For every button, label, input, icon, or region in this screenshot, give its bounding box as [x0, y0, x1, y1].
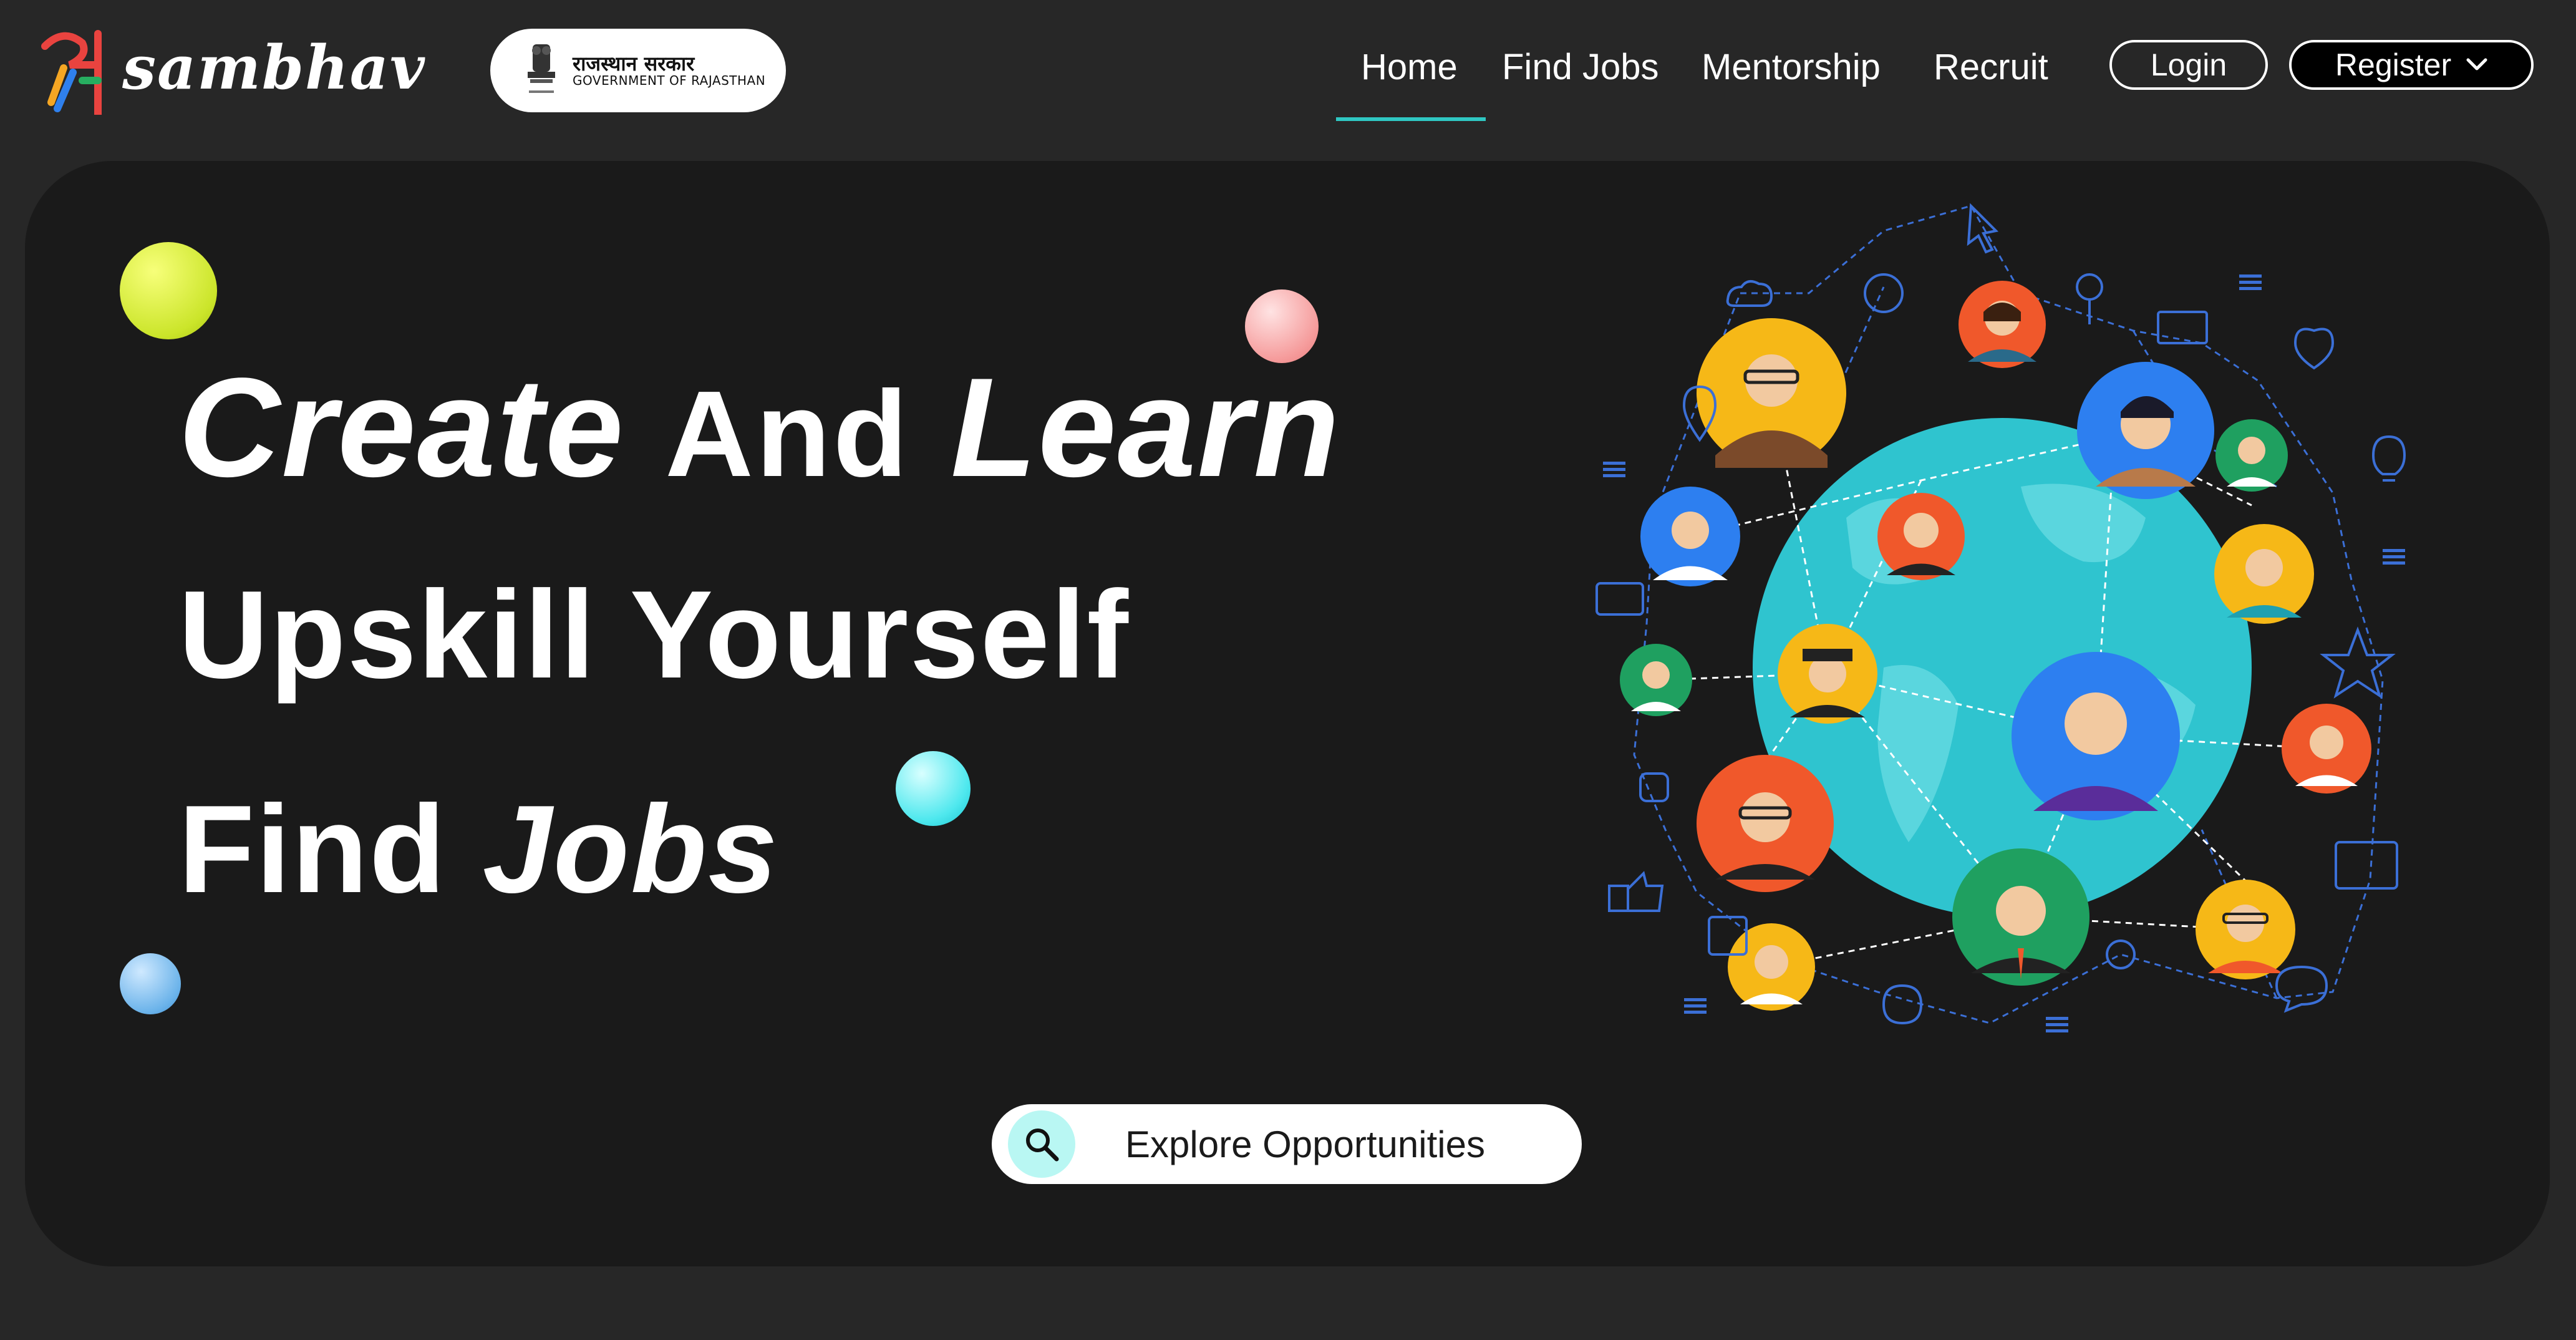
monitor-icon [2157, 311, 2208, 344]
explore-opportunities-button[interactable]: Explore Opportunities [992, 1104, 1582, 1184]
avatar [2215, 419, 2288, 492]
chat-card-icon [1595, 582, 1644, 616]
thumbs-up-icon [1608, 871, 1664, 912]
speech-bubble-icon [2275, 965, 2328, 1013]
avatar [2012, 652, 2180, 820]
login-button[interactable]: Login [2109, 40, 2268, 90]
logo-text: sambhav [122, 32, 426, 103]
headline-find: Find [178, 780, 447, 919]
state-emblem-icon [528, 44, 555, 93]
avatar [1959, 281, 2046, 368]
avatar [1697, 755, 1834, 892]
avatar [1620, 644, 1692, 716]
nav-home[interactable]: Home [1361, 46, 1458, 88]
avatar [1778, 624, 1877, 724]
top-navbar: sambhav राजस्थान सरकार GOVERNMENT OF RAJ… [0, 0, 2576, 156]
briefcase-icon [2335, 841, 2398, 890]
avatar [1952, 848, 2089, 986]
nav-recruit[interactable]: Recruit [1934, 46, 2048, 88]
network-globe-illustration [1595, 203, 2406, 1032]
gov-badge-english: GOVERNMENT OF RAJASTHAN [573, 73, 766, 89]
cursor-icon [1967, 203, 1999, 254]
avatar [2077, 362, 2214, 499]
avatar [1640, 487, 1740, 586]
headline-create: Create [178, 348, 625, 506]
decorative-cyan-ball [896, 751, 971, 826]
gear-icon [2106, 939, 2136, 969]
brain-icon [1882, 984, 1923, 1025]
lightbulb-icon [2371, 435, 2406, 482]
headline-line-2: Upskill Yourself [178, 565, 1130, 704]
headline-jobs: Jobs [482, 780, 779, 919]
headline-line-3: Find Jobs [178, 787, 778, 912]
heart-icon [2293, 328, 2335, 370]
avatar [1697, 318, 1846, 468]
decorative-yellow-ball [120, 242, 217, 339]
avatar [2282, 704, 2371, 794]
gov-badge-hindi: राजस्थान सरकार [573, 51, 695, 75]
avatar [2196, 880, 2295, 979]
search-icon [1008, 1110, 1075, 1178]
login-label: Login [2150, 47, 2227, 82]
chevron-down-icon [2466, 58, 2487, 70]
register-button[interactable]: Register [2289, 40, 2534, 90]
headline-and: And [665, 366, 911, 502]
avatar [2214, 524, 2314, 624]
decorative-blue-ball [120, 953, 181, 1014]
avatar [1728, 923, 1815, 1011]
headline-line-1: Create And Learn [178, 357, 1341, 498]
sambhav-logo[interactable]: sambhav [39, 21, 438, 115]
avatar [1877, 493, 1965, 580]
government-badge: राजस्थान सरकार GOVERNMENT OF RAJASTHAN [490, 29, 786, 112]
headline-learn: Learn [951, 348, 1341, 506]
logo-mark [41, 30, 102, 115]
magnifier-icon [2076, 273, 2103, 301]
register-label: Register [2335, 47, 2452, 82]
nav-find-jobs[interactable]: Find Jobs [1502, 46, 1658, 88]
nav-mentorship[interactable]: Mentorship [1702, 46, 1881, 88]
explore-opportunities-label: Explore Opportunities [1125, 1123, 1485, 1165]
active-nav-indicator [1336, 117, 1486, 121]
clock-icon [1864, 273, 1904, 313]
